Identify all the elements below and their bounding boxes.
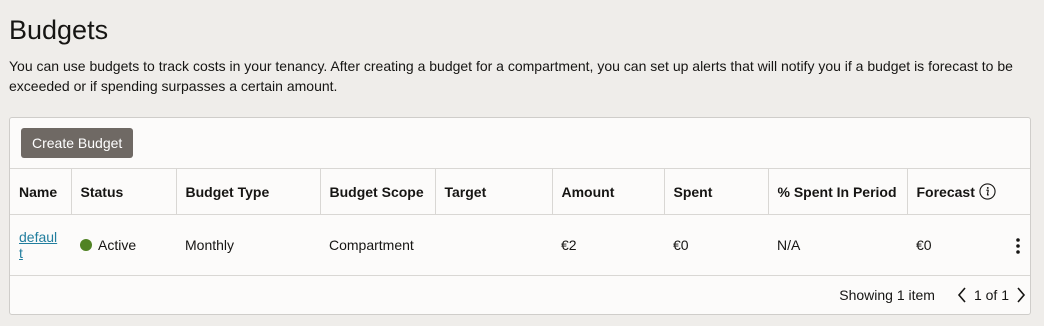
- column-header-spent[interactable]: Spent: [664, 168, 769, 215]
- status-label: Active: [98, 237, 137, 253]
- cell-spent-pct: N/A: [768, 214, 907, 276]
- column-header-forecast[interactable]: Forecast: [907, 168, 1030, 215]
- budgets-table: Name Status Budget Type Budget Scope Tar…: [10, 168, 1030, 276]
- page-indicator: 1 of 1: [973, 287, 1009, 303]
- page-description: You can use budgets to track costs in yo…: [9, 58, 1013, 94]
- table-footer: Showing 1 item 1 of 1: [839, 283, 1030, 307]
- column-header-name[interactable]: Name: [10, 168, 72, 215]
- page-title: Budgets: [9, 15, 109, 45]
- forecast-header-label: Forecast: [916, 184, 975, 200]
- chevron-right-icon[interactable]: [1012, 285, 1030, 305]
- table-row: default Active Monthly Compartment €2 €0…: [10, 214, 1030, 276]
- cell-status: Active: [71, 214, 176, 276]
- cell-amount: €2: [552, 214, 664, 276]
- column-header-budget-type[interactable]: Budget Type: [176, 168, 321, 215]
- column-header-target[interactable]: Target: [435, 168, 553, 215]
- column-header-status[interactable]: Status: [71, 168, 177, 215]
- cell-budget-type: Monthly: [176, 214, 320, 276]
- info-icon[interactable]: [979, 183, 996, 200]
- create-budget-button[interactable]: Create Budget: [21, 128, 134, 158]
- column-header-amount[interactable]: Amount: [552, 168, 665, 215]
- budgets-panel: Create Budget Name Status Budget Type Bu…: [9, 117, 1031, 315]
- status-active-dot: [80, 239, 92, 251]
- cell-forecast: €0: [907, 214, 1030, 276]
- chevron-left-icon[interactable]: [953, 285, 971, 305]
- cell-target: [435, 214, 552, 276]
- cell-name: default: [10, 214, 71, 276]
- showing-count: Showing 1 item: [839, 287, 935, 303]
- column-header-spent-pct[interactable]: % Spent In Period: [768, 168, 908, 215]
- cell-budget-scope: Compartment: [320, 214, 435, 276]
- budget-name-link[interactable]: default: [19, 229, 59, 261]
- kebab-menu-icon[interactable]: [1014, 236, 1022, 256]
- cell-spent: €0: [664, 214, 768, 276]
- column-header-budget-scope[interactable]: Budget Scope: [320, 168, 436, 215]
- table-header-row: Name Status Budget Type Budget Scope Tar…: [10, 168, 1030, 215]
